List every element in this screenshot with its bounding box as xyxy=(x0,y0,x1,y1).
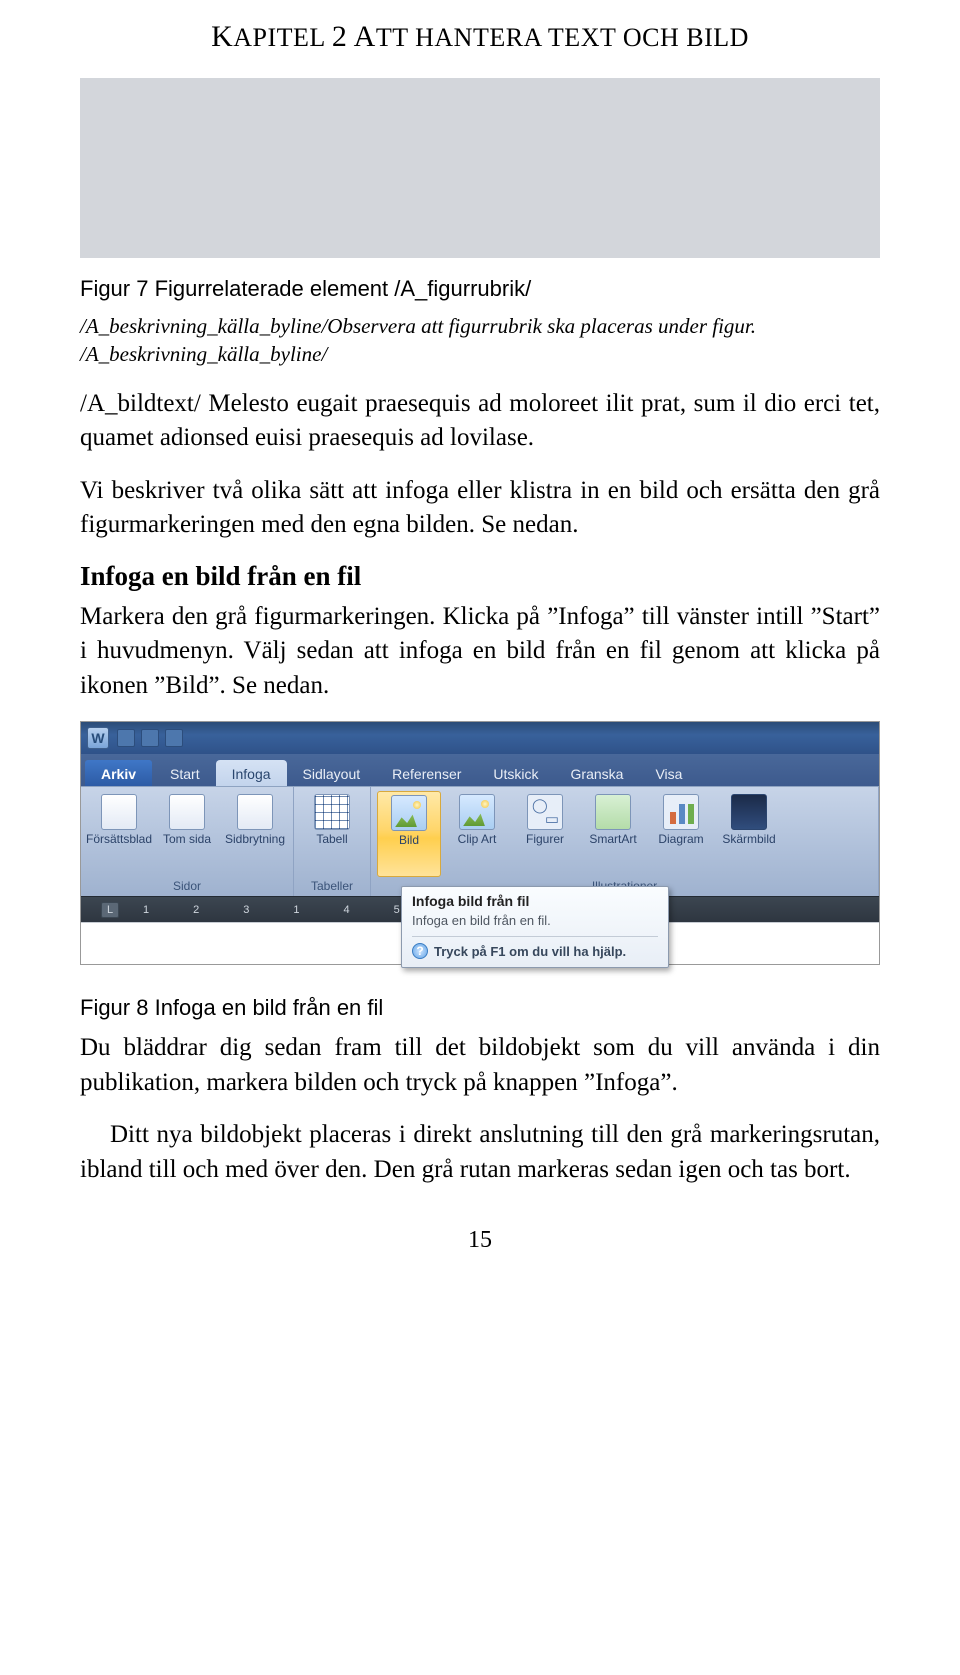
tab-arkiv[interactable]: Arkiv xyxy=(85,760,152,786)
paragraph-placering: Ditt nya bildobjekt placeras i direkt an… xyxy=(80,1118,880,1187)
help-icon: ? xyxy=(412,943,428,959)
tooltip-body: Infoga en bild från en fil. xyxy=(412,913,658,928)
tab-referenser[interactable]: Referenser xyxy=(376,760,477,786)
tab-granska[interactable]: Granska xyxy=(555,760,640,786)
ribbon-body: Försättsblad Tom sida Sidbrytning Sidor … xyxy=(81,786,879,896)
qat-undo-icon[interactable] xyxy=(141,729,159,747)
cover-page-icon xyxy=(101,794,137,830)
group-sidor: Försättsblad Tom sida Sidbrytning Sidor xyxy=(81,787,294,896)
btn-clipart[interactable]: Clip Art xyxy=(445,791,509,877)
tab-start[interactable]: Start xyxy=(154,760,216,786)
btn-skarmbild[interactable]: Skärmbild xyxy=(717,791,781,877)
picture-icon xyxy=(391,795,427,831)
page-header: KAPITEL 2 ATT HANTERA TEXT OCH BILD xyxy=(80,20,880,54)
tooltip-help-row: ? Tryck på F1 om du vill ha hjälp. xyxy=(412,936,658,959)
btn-figurer[interactable]: Figurer xyxy=(513,791,577,877)
figure-placeholder xyxy=(80,78,880,258)
tooltip-infoga-bild: Infoga bild från fil Infoga en bild från… xyxy=(401,886,669,968)
word-ribbon-screenshot: W Arkiv Start Infoga Sidlayout Referense… xyxy=(80,721,880,965)
btn-tom-sida[interactable]: Tom sida xyxy=(155,791,219,877)
paragraph-bladdra: Du bläddrar dig sedan fram till det bild… xyxy=(80,1031,880,1100)
figure-7-caption: Figur 7 Figurrelaterade element /A_figur… xyxy=(80,276,880,302)
paragraph-intro: Vi beskriver två olika sätt att infoga e… xyxy=(80,474,880,543)
clipart-icon xyxy=(459,794,495,830)
paragraph-bildtext: /A_bildtext/ Melesto eugait praesequis a… xyxy=(80,387,880,456)
tab-sidlayout[interactable]: Sidlayout xyxy=(287,760,377,786)
group-illustrationer: Bild Clip Art Figurer SmartArt Diagram S… xyxy=(371,787,879,896)
chart-icon xyxy=(663,794,699,830)
group-tabeller: Tabell Tabeller xyxy=(294,787,371,896)
paragraph-instruktion: Markera den grå figurmarkeringen. Klicka… xyxy=(80,600,880,704)
heading-infoga: Infoga en bild från en fil xyxy=(80,561,880,592)
tab-visa[interactable]: Visa xyxy=(639,760,698,786)
tooltip-help-text: Tryck på F1 om du vill ha hjälp. xyxy=(434,944,626,959)
btn-tabell[interactable]: Tabell xyxy=(300,791,364,877)
smartart-icon xyxy=(595,794,631,830)
tab-utskick[interactable]: Utskick xyxy=(477,760,554,786)
screenshot-icon xyxy=(731,794,767,830)
table-icon xyxy=(314,794,350,830)
blank-page-icon xyxy=(169,794,205,830)
shapes-icon xyxy=(527,794,563,830)
ribbon-tabs: Arkiv Start Infoga Sidlayout Referenser … xyxy=(81,754,879,786)
figure-7-byline: /A_beskrivning_källa_byline/Observera at… xyxy=(80,312,880,369)
btn-sidbrytning[interactable]: Sidbrytning xyxy=(223,791,287,877)
tooltip-title: Infoga bild från fil xyxy=(412,893,658,909)
btn-smartart[interactable]: SmartArt xyxy=(581,791,645,877)
word-app-icon[interactable]: W xyxy=(87,727,109,749)
tab-infoga[interactable]: Infoga xyxy=(216,760,287,786)
page-break-icon xyxy=(237,794,273,830)
btn-bild[interactable]: Bild xyxy=(377,791,441,877)
qat-save-icon[interactable] xyxy=(117,729,135,747)
group-label-sidor: Sidor xyxy=(87,877,287,894)
btn-forsattsblad[interactable]: Försättsblad xyxy=(87,791,151,877)
figure-8-caption: Figur 8 Infoga en bild från en fil xyxy=(80,995,880,1021)
group-label-tabeller: Tabeller xyxy=(300,877,364,894)
btn-diagram[interactable]: Diagram xyxy=(649,791,713,877)
qat-redo-icon[interactable] xyxy=(165,729,183,747)
page-number: 15 xyxy=(80,1227,880,1254)
tab-stop-button[interactable]: L xyxy=(101,902,119,918)
title-bar: W xyxy=(81,722,879,754)
